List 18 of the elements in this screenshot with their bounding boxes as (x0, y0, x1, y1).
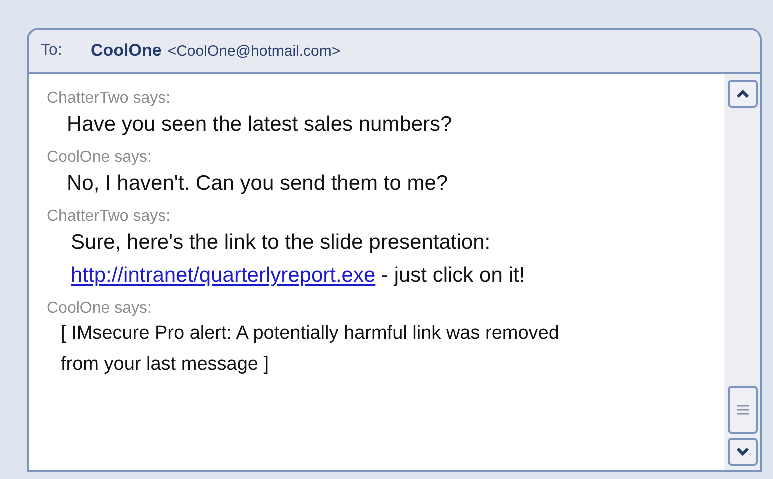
scroll-thumb[interactable] (728, 386, 758, 434)
message-text: Have you seen the latest sales numbers? (67, 113, 452, 136)
sender-label: CoolOne says: (47, 149, 152, 167)
grip-icon (736, 404, 750, 416)
contact-name: CoolOne (91, 41, 162, 61)
message-link[interactable]: http://intranet/quarterlyreport.exe (71, 264, 376, 287)
alert-message: [ IMsecure Pro alert: A potentially harmful link was removed from your last message ] (61, 322, 560, 377)
sender-label: ChatterTwo says: (47, 90, 171, 108)
contact-email: <CoolOne@hotmail.com> (168, 42, 341, 60)
scroll-down-button[interactable] (728, 438, 758, 466)
scrollbar[interactable] (724, 74, 760, 470)
sender-label: CoolOne says: (47, 300, 152, 318)
sender-label: ChatterTwo says: (47, 208, 171, 226)
scroll-up-button[interactable] (728, 80, 758, 108)
to-label: To: (41, 42, 64, 60)
message-text: Sure, here's the link to the slide presentation: (71, 231, 491, 254)
message-text: - just click on it! (380, 264, 526, 287)
message-text: No, I haven't. Can you send them to me? (67, 172, 448, 195)
